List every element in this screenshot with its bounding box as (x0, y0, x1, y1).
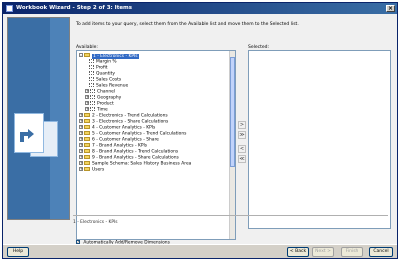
tree-item-label: Sales Revenue (96, 83, 129, 89)
available-items-tree[interactable]: -1 - Electronics - KPIs Margin % Profit Qua… (76, 50, 236, 240)
folder-icon (84, 149, 90, 153)
tree-item-label: 8 - Brand Analytics - Trend Calculations (92, 149, 179, 155)
back-button[interactable]: < Back (287, 247, 309, 257)
tree-item-label: 9 - Brand Analytics - Share Calculations (92, 155, 179, 161)
expand-icon[interactable]: + (79, 137, 83, 141)
scrollbar-thumb[interactable] (230, 57, 235, 167)
tree-item-label: 6 - Customer Analytics - Share (92, 137, 159, 143)
folder-icon (84, 143, 90, 147)
folder-icon (84, 125, 90, 129)
tree-scrollbar[interactable] (229, 51, 235, 239)
folder-icon (84, 53, 90, 57)
expand-icon[interactable]: + (79, 131, 83, 135)
folder-icon (84, 137, 90, 141)
dimension-icon (90, 95, 95, 99)
expand-icon[interactable]: + (85, 101, 89, 105)
expand-icon[interactable]: + (79, 119, 83, 123)
tree-item[interactable]: + Users (79, 167, 104, 173)
tree-item-label: Users (92, 167, 105, 173)
selected-items-list[interactable] (248, 50, 391, 229)
wizard-window: Workbook Wizard - Step 2 of 3: Items × T… (2, 2, 398, 259)
expand-icon[interactable]: + (79, 113, 83, 117)
instruction-text: To add items to your query, select them … (76, 22, 299, 27)
status-divider (73, 215, 388, 216)
tree-item-label: Geography (97, 95, 122, 101)
expand-icon[interactable]: + (85, 89, 89, 93)
tree-item-label: Channel (97, 89, 116, 95)
next-button[interactable]: Next > (312, 247, 334, 257)
finish-button[interactable]: Finish (341, 247, 363, 257)
folder-icon (84, 161, 90, 165)
measure-icon (89, 83, 94, 87)
tree-item-label: Sample Schema: Sales History Business Ar… (92, 161, 192, 167)
wizard-illustration (7, 17, 70, 220)
expand-icon[interactable]: + (79, 149, 83, 153)
help-button[interactable]: Help (7, 247, 29, 257)
tree-item-label: 1 - Electronics - KPIs (92, 53, 139, 59)
move-all-right-button[interactable]: ≫ (238, 131, 246, 139)
move-all-left-button[interactable]: ≪ (238, 155, 246, 163)
dimension-icon (90, 101, 95, 105)
tree-item-label: Margin % (96, 59, 117, 65)
app-icon (6, 5, 13, 12)
expand-icon[interactable]: + (79, 143, 83, 147)
collapse-icon[interactable]: - (79, 53, 83, 57)
expand-icon[interactable]: + (85, 107, 89, 111)
expand-icon[interactable]: + (79, 125, 83, 129)
tree-item-label: Time (97, 107, 108, 113)
status-text: 1 - Electronics - KPIs (73, 220, 118, 225)
expand-icon[interactable]: + (79, 155, 83, 159)
folder-icon (84, 113, 90, 117)
tree-item-label: Product (97, 101, 114, 107)
move-left-button[interactable]: < (238, 145, 246, 153)
title-bar[interactable]: Workbook Wizard - Step 2 of 3: Items × (3, 3, 397, 14)
close-button[interactable]: × (386, 5, 395, 12)
measure-icon (89, 59, 94, 63)
folder-icon (84, 131, 90, 135)
dimension-icon (90, 107, 95, 111)
folder-icon (84, 167, 90, 171)
tree-item-label: Sales Costs (96, 77, 122, 83)
tree-item-label: Profit (96, 65, 108, 71)
tree-item-label: Quantity (96, 71, 115, 77)
measure-icon (89, 65, 94, 69)
expand-icon[interactable]: + (79, 161, 83, 165)
tree-item-label: 4 - Customer Analytics - KPIs (92, 125, 156, 131)
folder-icon (84, 155, 90, 159)
wizard-body: To add items to your query, select them … (3, 14, 397, 258)
button-bar: Help < Back Next > Finish Cancel (3, 244, 397, 258)
measure-icon (89, 77, 94, 81)
window-title: Workbook Wizard - Step 2 of 3: Items (16, 5, 133, 11)
move-right-button[interactable]: > (238, 121, 246, 129)
expand-icon[interactable]: + (79, 167, 83, 171)
tree-item-label: 5 - Customer Analytics - Trend Calculati… (92, 131, 187, 137)
chart-icon (20, 129, 34, 142)
tree-item-label: 2 - Electronics - Trend Calculations (92, 113, 168, 119)
cancel-button[interactable]: Cancel (369, 247, 393, 257)
measure-icon (89, 71, 94, 75)
dimension-icon (90, 89, 95, 93)
folder-icon (84, 119, 90, 123)
tree-item-label: 3 - Electronics - Share Calculations (92, 119, 169, 125)
tree-item-label: 7 - Brand Analytics - KPIs (92, 143, 148, 149)
expand-icon[interactable]: + (85, 95, 89, 99)
